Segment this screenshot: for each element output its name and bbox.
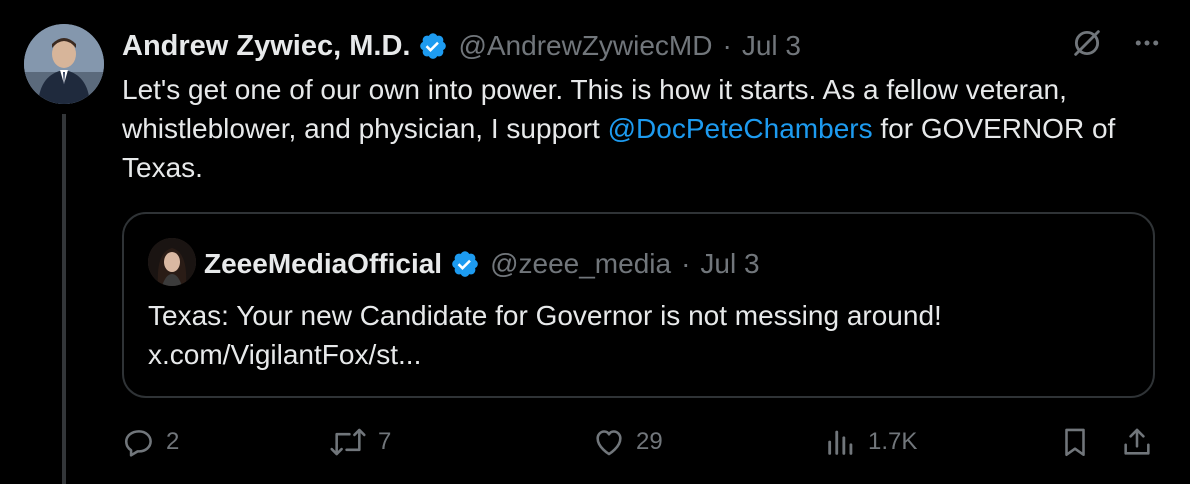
author-avatar[interactable] [24, 24, 104, 104]
top-right-icons [1070, 26, 1162, 60]
author-avatar-image [24, 24, 104, 104]
verified-badge-icon [420, 33, 447, 59]
author-handle[interactable]: @AndrewZywiecMD [458, 30, 712, 62]
tweet-text: Let's get one of our own into power. Thi… [122, 70, 1152, 187]
quote-avatar-image [148, 238, 196, 286]
like-count: 29 [636, 428, 663, 455]
quoted-tweet[interactable]: ZeeeMediaOfficial @zeee_media · Jul 3 Te… [122, 212, 1155, 398]
reply-count: 2 [166, 428, 180, 455]
quote-text-line: Texas: Your new Candidate for Governor i… [148, 300, 942, 331]
thread-line [62, 114, 66, 484]
repost-button[interactable]: 7 [328, 420, 391, 464]
views-button[interactable]: 1.7K [824, 420, 917, 464]
quote-text: Texas: Your new Candidate for Governor i… [148, 296, 1128, 374]
more-icon[interactable] [1132, 28, 1162, 58]
reply-button[interactable]: 2 [122, 420, 179, 464]
tweet-date[interactable]: Jul 3 [742, 30, 801, 62]
bookmark-icon [1065, 428, 1085, 457]
repost-count: 7 [378, 428, 392, 455]
separator-dot: · [681, 248, 691, 279]
views-icon [828, 430, 853, 455]
quote-author-avatar[interactable] [148, 238, 196, 286]
reply-icon [124, 430, 152, 457]
author-name[interactable]: Andrew Zywiec, M.D. [122, 30, 410, 63]
quote-author-handle[interactable]: @zeee_media [490, 248, 671, 280]
quote-header: ZeeeMediaOfficial @zeee_media · Jul 3 [204, 244, 760, 284]
bookmark-button[interactable] [1058, 420, 1092, 464]
quote-author-name[interactable]: ZeeeMediaOfficial [204, 248, 442, 280]
share-button[interactable] [1120, 420, 1154, 464]
tweet-header: Andrew Zywiec, M.D. @AndrewZywiecMD · Ju… [122, 26, 801, 66]
quote-link[interactable]: x.com/VigilantFox/st... [148, 335, 1128, 374]
grok-icon[interactable] [1070, 26, 1104, 60]
like-button[interactable]: 29 [592, 420, 663, 464]
view-count: 1.7K [868, 428, 918, 455]
repost-icon [330, 428, 366, 456]
mention-link[interactable]: @DocPeteChambers [608, 113, 873, 144]
quote-date[interactable]: Jul 3 [700, 248, 759, 280]
share-icon [1124, 428, 1150, 455]
like-icon [596, 430, 622, 456]
action-bar: 2 7 29 1.7K [122, 420, 1158, 464]
verified-badge-icon [452, 251, 478, 277]
separator-dot: · [722, 30, 732, 61]
